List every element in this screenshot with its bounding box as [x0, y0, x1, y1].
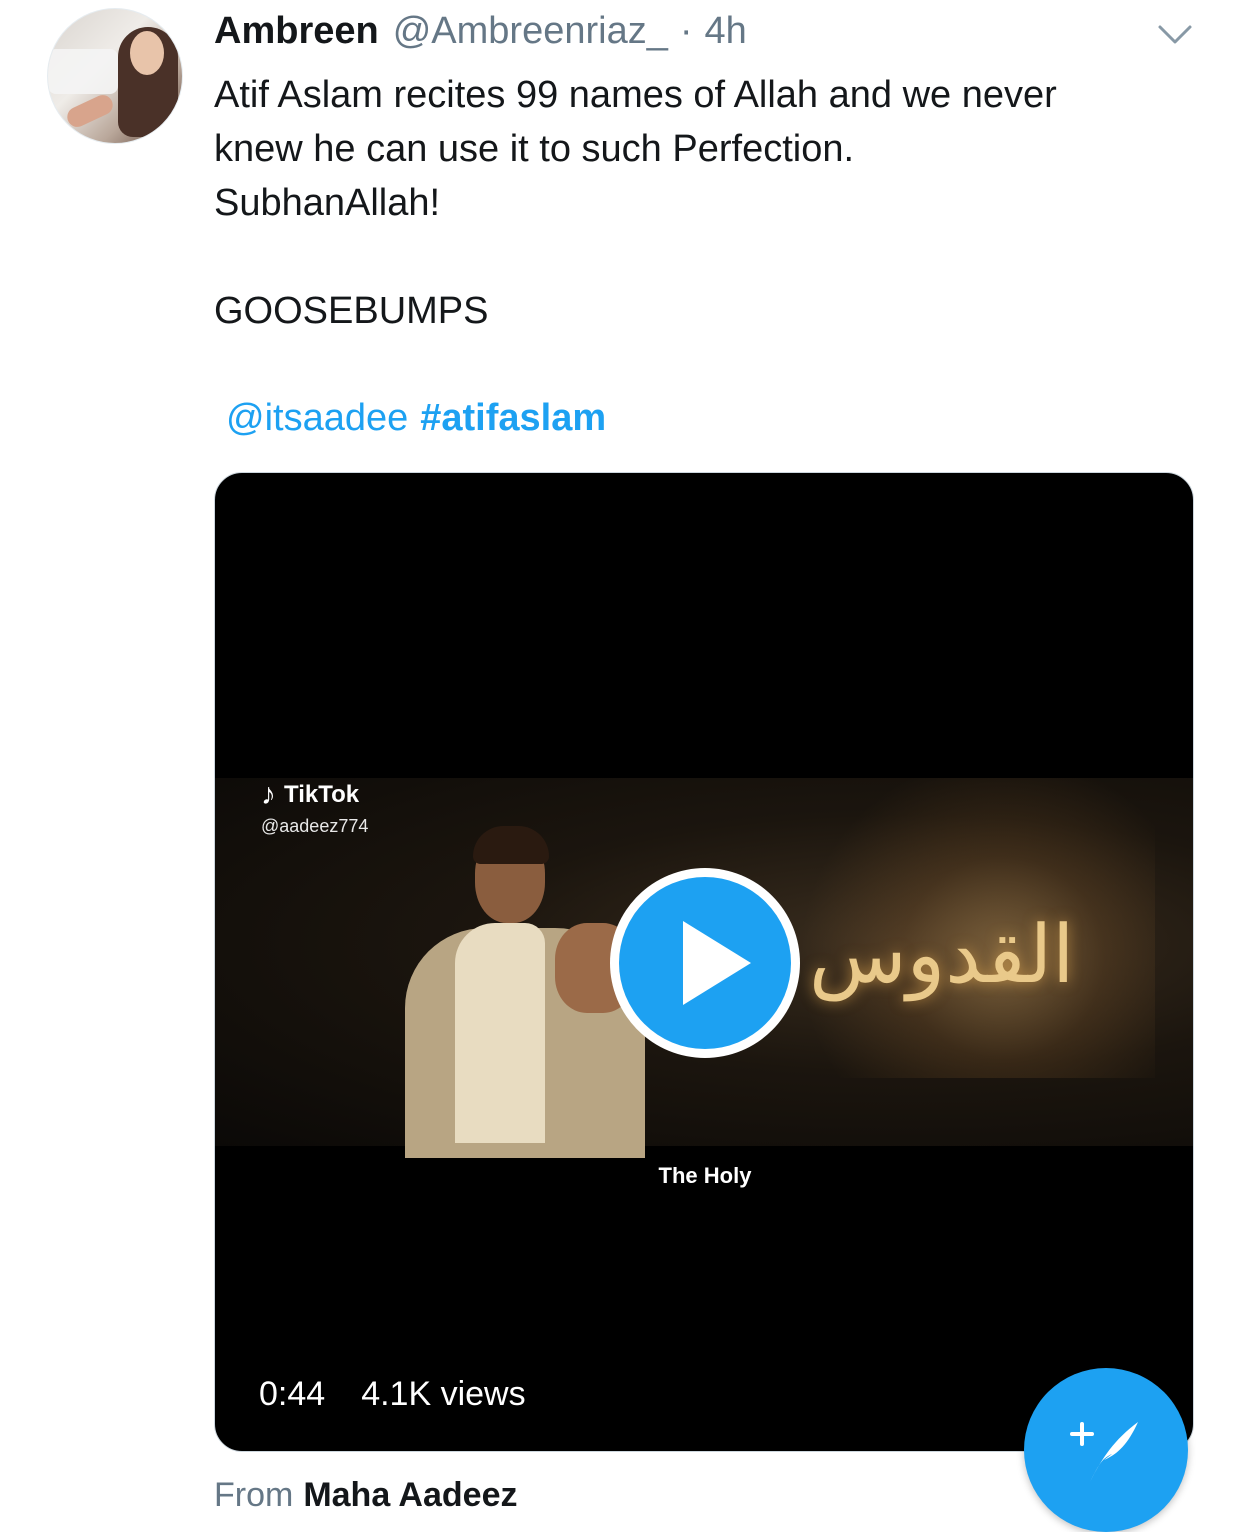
figure-hair [473, 826, 549, 864]
video-duration: 0:44 [259, 1375, 326, 1413]
compose-tweet-button[interactable] [1024, 1368, 1188, 1532]
author-name[interactable]: Ambreen [214, 10, 379, 53]
avatar-hand [64, 91, 116, 131]
compose-tweet-icon [1070, 1422, 1138, 1482]
hashtag-link[interactable]: #atifaslam [420, 397, 606, 439]
avatar[interactable] [47, 8, 183, 144]
mention-link[interactable]: @itsaadee [226, 397, 408, 439]
video-caption: The Holy [658, 1163, 752, 1188]
video-meta: 0:44 4.1K views [259, 1375, 526, 1414]
author-handle[interactable]: @Ambreenriaz_ [393, 10, 668, 53]
tweet-timestamp[interactable]: 4h [705, 10, 747, 53]
tiktok-brand-label: TikTok [284, 781, 360, 808]
avatar-background [48, 49, 118, 94]
tiktok-brand: ♪ TikTok [261, 778, 368, 812]
avatar-face [130, 31, 164, 75]
source-label: From [214, 1476, 294, 1514]
arabic-calligraphy: القدوس [809, 908, 1075, 1001]
play-icon[interactable] [605, 863, 805, 1063]
tiktok-note-icon: ♪ [261, 778, 276, 811]
tweet-links: @itsaadee #atifaslam [226, 393, 606, 443]
video-views: 4.1K views [361, 1375, 526, 1413]
source-name[interactable]: Maha Aadeez [303, 1476, 517, 1514]
tiktok-username: @aadeez774 [261, 816, 369, 836]
video-player[interactable]: القدوس ♪ TikTok @aadeez774 The Holy 0:44… [214, 472, 1194, 1452]
chevron-down-icon[interactable] [1157, 22, 1193, 48]
tweet-text: Atif Aslam recites 99 names of Allah and… [214, 74, 1057, 332]
video-source: From Maha Aadeez [214, 1476, 517, 1515]
tweet-header: Ambreen @Ambreenriaz_ · 4h [214, 10, 747, 60]
separator-dot: · [679, 10, 693, 52]
figure-scarf [455, 923, 545, 1143]
tiktok-watermark: ♪ TikTok @aadeez774 [261, 778, 368, 837]
